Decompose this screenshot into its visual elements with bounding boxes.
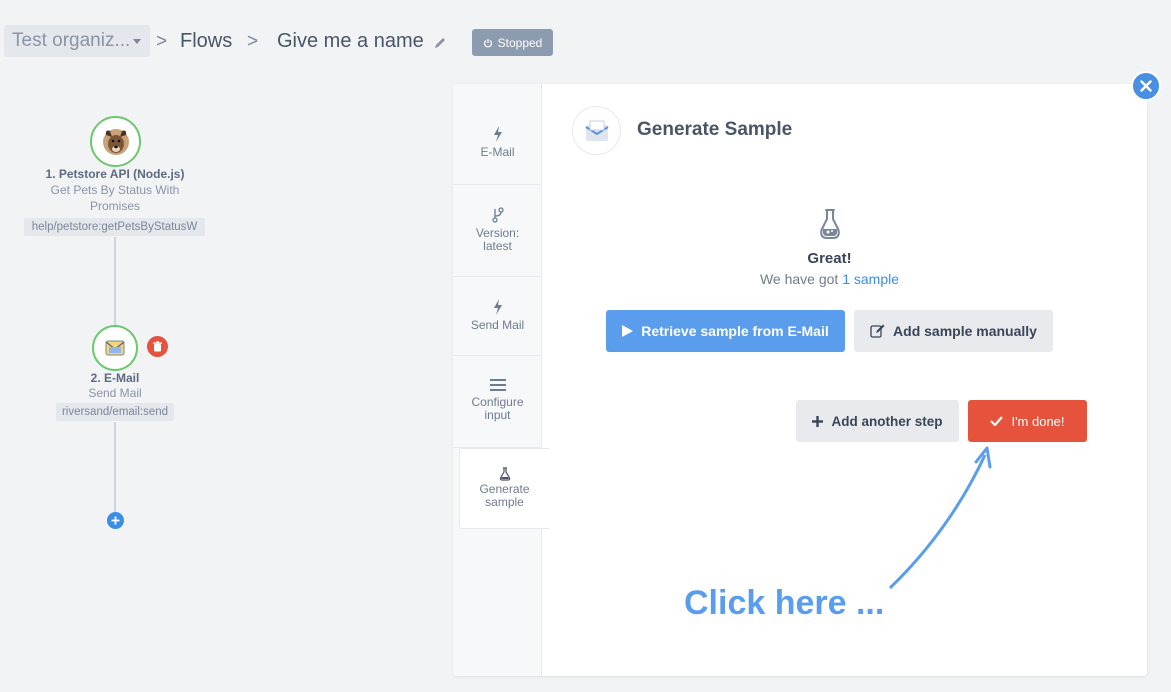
flow-connector xyxy=(114,422,116,512)
breadcrumb-separator: > xyxy=(247,31,259,52)
add-another-step-button[interactable]: Add another step xyxy=(796,400,959,442)
org-select[interactable]: Test organiz... xyxy=(4,25,150,57)
envelope-graphic xyxy=(584,120,609,141)
close-panel-button[interactable] xyxy=(1131,71,1161,101)
add-another-step-label: Add another step xyxy=(831,413,943,429)
flow-node-2[interactable] xyxy=(92,325,138,371)
power-icon xyxy=(483,38,492,48)
tab-label: Generate sample xyxy=(479,482,530,509)
email-icon xyxy=(572,106,621,155)
node-subtitle: Get Pets By Status With Promises xyxy=(50,183,180,213)
status-label: Stopped xyxy=(497,35,543,50)
play-icon xyxy=(622,325,634,337)
sample-count-link[interactable]: 1 sample xyxy=(842,271,899,287)
node-title: 2. E-Mail xyxy=(90,371,140,385)
lightning-icon xyxy=(493,126,502,142)
flow-node-1[interactable] xyxy=(90,116,141,167)
node-title: 1. Petstore API (Node.js) xyxy=(45,167,185,181)
annotation-text: Click here ... xyxy=(684,584,885,622)
breadcrumb-separator: > xyxy=(156,31,168,52)
im-done-label: I'm done! xyxy=(1011,413,1065,429)
delete-node-button[interactable] xyxy=(147,336,168,357)
flow-name[interactable]: Give me a name xyxy=(277,30,424,53)
add-sample-manually-label: Add sample manually xyxy=(893,323,1037,339)
tab-configure-input[interactable]: Configure input xyxy=(453,356,542,448)
flask-icon xyxy=(499,467,510,481)
retrieve-sample-label: Retrieve sample from E-Mail xyxy=(641,323,829,339)
email-icon xyxy=(105,340,125,356)
tab-version[interactable]: Version: latest xyxy=(453,185,542,277)
dog-avatar-icon xyxy=(102,128,129,155)
pencil-icon[interactable] xyxy=(433,36,447,50)
close-icon xyxy=(1140,80,1152,92)
im-done-button[interactable]: I'm done! xyxy=(968,400,1087,442)
tab-label: Send Mail xyxy=(470,318,525,332)
breadcrumb-flows[interactable]: Flows xyxy=(180,30,232,53)
flask-icon xyxy=(820,209,840,239)
branch-icon xyxy=(491,207,504,223)
retrieve-sample-button[interactable]: Retrieve sample from E-Mail xyxy=(606,310,845,352)
tab-email[interactable]: E-Mail xyxy=(453,106,542,185)
lightning-icon xyxy=(493,299,502,315)
node-chip: riversand/email:send xyxy=(56,403,174,421)
check-icon xyxy=(990,416,1004,426)
edit-icon xyxy=(870,324,885,338)
org-select-label: Test organiz... xyxy=(12,30,131,51)
caret-down-icon xyxy=(133,39,141,44)
flow-connector xyxy=(114,237,116,325)
sample-count: We have got 1 sample xyxy=(542,271,1117,287)
tab-generate-sample[interactable]: Generate sample xyxy=(459,448,549,529)
plus-icon xyxy=(812,415,824,427)
tab-label: Version: latest xyxy=(475,226,520,253)
panel-title: Generate Sample xyxy=(637,119,793,140)
tab-label: Configure input xyxy=(471,395,524,422)
plus-icon xyxy=(111,516,120,525)
menu-icon xyxy=(489,379,506,391)
step-tabs: E-Mail Version: latest Send Mail Configu… xyxy=(453,84,549,676)
breadcrumb: Test organiz... > Flows > Give me a name… xyxy=(0,22,700,62)
great-label: Great! xyxy=(807,250,852,267)
sample-count-prefix: We have got xyxy=(759,271,843,287)
tab-label: E-Mail xyxy=(480,145,515,159)
tab-send-mail[interactable]: Send Mail xyxy=(453,277,542,356)
node-chip: help/petstore:getPetsByStatusW xyxy=(24,218,205,236)
status-badge[interactable]: Stopped xyxy=(472,29,553,56)
trash-icon xyxy=(153,341,162,352)
node-subtitle: Send Mail xyxy=(88,386,142,400)
annotation-arrow xyxy=(888,446,992,590)
add-step-icon[interactable] xyxy=(107,512,124,529)
add-sample-manually-button[interactable]: Add sample manually xyxy=(854,310,1053,352)
